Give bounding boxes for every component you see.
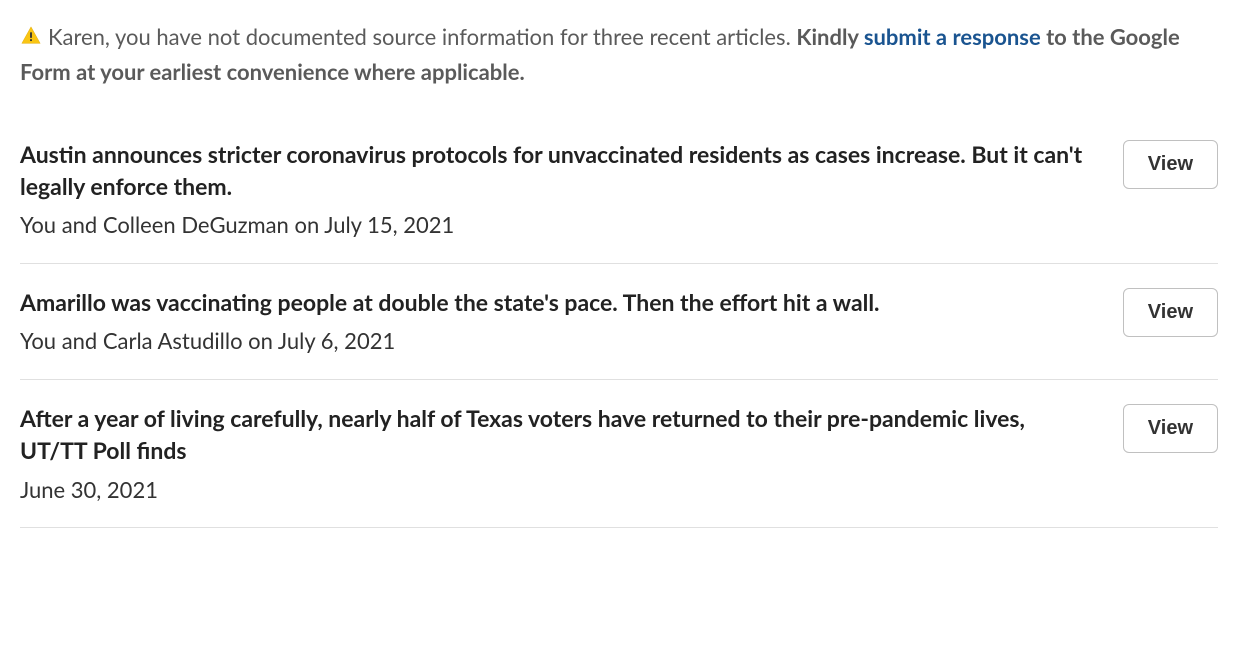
- article-row: Austin announces stricter coronavirus pr…: [20, 116, 1218, 264]
- view-button[interactable]: View: [1123, 288, 1218, 337]
- article-title: Austin announces stricter coronavirus pr…: [20, 138, 1083, 202]
- article-row: Amarillo was vaccinating people at doubl…: [20, 264, 1218, 380]
- alert-text-part1: Karen, you have not documented source in…: [48, 23, 796, 50]
- article-content: After a year of living carefully, nearly…: [20, 402, 1083, 505]
- article-meta: June 30, 2021: [20, 475, 1083, 506]
- warning-icon: [20, 22, 42, 55]
- article-content: Austin announces stricter coronavirus pr…: [20, 138, 1083, 241]
- alert-message: Karen, you have not documented source in…: [20, 20, 1218, 88]
- alert-bold-prefix: Kindly: [796, 23, 863, 50]
- view-button[interactable]: View: [1123, 140, 1218, 189]
- article-meta: You and Colleen DeGuzman on July 15, 202…: [20, 210, 1083, 241]
- article-row: After a year of living carefully, nearly…: [20, 380, 1218, 528]
- submit-response-link[interactable]: submit a response: [864, 23, 1041, 50]
- article-meta: You and Carla Astudillo on July 6, 2021: [20, 326, 1083, 357]
- article-title: Amarillo was vaccinating people at doubl…: [20, 286, 1083, 318]
- article-content: Amarillo was vaccinating people at doubl…: [20, 286, 1083, 357]
- view-button[interactable]: View: [1123, 404, 1218, 453]
- article-title: After a year of living carefully, nearly…: [20, 402, 1083, 466]
